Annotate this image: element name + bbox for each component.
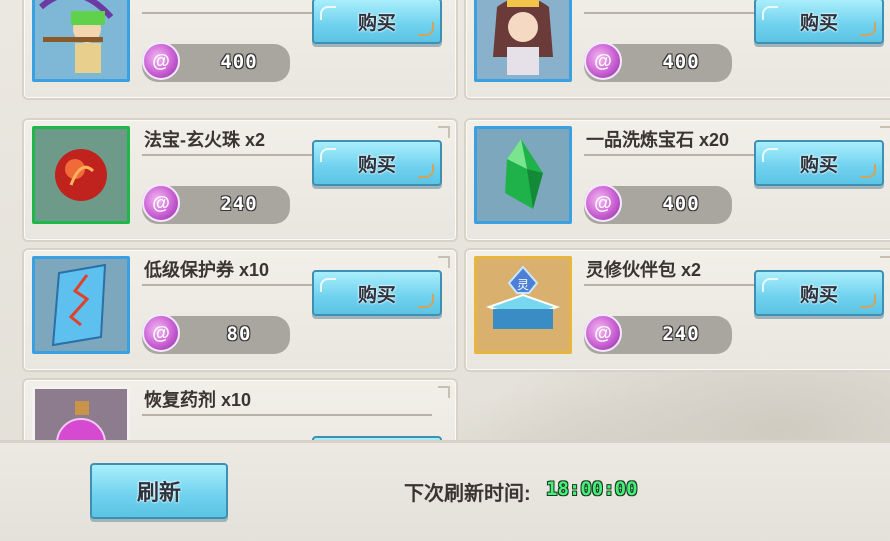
price-tag: @ 80 <box>142 314 290 354</box>
red-fire-orb-icon <box>32 126 130 224</box>
next-refresh-label: 下次刷新时间: <box>404 483 531 505</box>
shop-item-card: @ 400 购买 <box>22 0 458 100</box>
shop-item-card: @ 400 购买 <box>464 0 890 100</box>
divider <box>142 414 432 416</box>
spirit-chest-icon: 灵 <box>474 256 572 354</box>
buy-button-label: 购买 <box>357 284 396 306</box>
price-tag: @ 400 <box>142 42 290 82</box>
buy-button[interactable]: 购买 <box>754 270 884 316</box>
buy-button-label: 购买 <box>357 154 396 176</box>
buy-button[interactable]: 购买 <box>754 0 884 44</box>
shop-item-card: 法宝-玄火珠 x2 @ 240 购买 <box>22 118 458 242</box>
shop-item-card: 低级保护券 x10 @ 80 购买 <box>22 248 458 372</box>
archer-character-icon <box>32 0 130 82</box>
purple-swirl-gem-icon: @ <box>142 184 180 222</box>
purple-swirl-gem-icon: @ <box>584 184 622 222</box>
price-tag: @ 240 <box>584 314 732 354</box>
purple-swirl-gem-icon: @ <box>584 314 622 352</box>
price-value: 240 <box>662 323 700 345</box>
blue-scroll-icon <box>32 256 130 354</box>
shop-item-card: 灵 灵修伙伴包 x2 @ 240 购买 <box>464 248 890 372</box>
item-name: 恢复药剂 x10 <box>144 390 252 410</box>
price-value: 240 <box>220 193 258 215</box>
item-name: 一品洗炼宝石 x20 <box>586 130 730 150</box>
buy-button-label: 购买 <box>799 284 838 306</box>
price-value: 400 <box>662 193 700 215</box>
refresh-button-label: 刷新 <box>136 480 181 505</box>
price-value: 80 <box>226 323 252 345</box>
buy-button[interactable]: 购买 <box>754 140 884 186</box>
shop-item-card: 恢复药剂 x10 购买 <box>22 378 458 440</box>
refresh-button[interactable]: 刷新 <box>90 463 228 519</box>
dancer-character-icon <box>474 0 572 82</box>
item-name: 法宝-玄火珠 x2 <box>144 130 266 150</box>
next-refresh-timer: 18:00:00 <box>546 478 638 500</box>
price-value: 400 <box>220 51 258 73</box>
price-value: 400 <box>662 51 700 73</box>
purple-swirl-gem-icon: @ <box>142 314 180 352</box>
price-tag: @ 400 <box>584 42 732 82</box>
green-crystal-icon <box>474 126 572 224</box>
price-tag: @ 400 <box>584 184 732 224</box>
item-name: 低级保护券 x10 <box>144 260 270 280</box>
shop-item-card: 一品洗炼宝石 x20 @ 400 购买 <box>464 118 890 242</box>
purple-swirl-gem-icon: @ <box>142 42 180 80</box>
item-name: 灵修伙伴包 x2 <box>586 260 702 280</box>
buy-button-label: 购买 <box>799 12 838 34</box>
shop-item-grid[interactable]: @ 400 购买 @ 400 购买 法宝-玄火珠 x2 @ 240 购买 一品洗… <box>0 0 890 440</box>
buy-button[interactable]: 购买 <box>312 0 442 44</box>
potion-bottle-icon <box>32 386 130 440</box>
buy-button-label: 购买 <box>357 12 396 34</box>
buy-button-label: 购买 <box>799 154 838 176</box>
buy-button[interactable]: 购买 <box>312 270 442 316</box>
purple-swirl-gem-icon: @ <box>584 42 622 80</box>
svg-text:灵: 灵 <box>517 278 529 292</box>
footer-bar: 刷新 下次刷新时间: 18:00:00 <box>0 440 890 541</box>
price-tag: @ 240 <box>142 184 290 224</box>
buy-button[interactable]: 购买 <box>312 140 442 186</box>
